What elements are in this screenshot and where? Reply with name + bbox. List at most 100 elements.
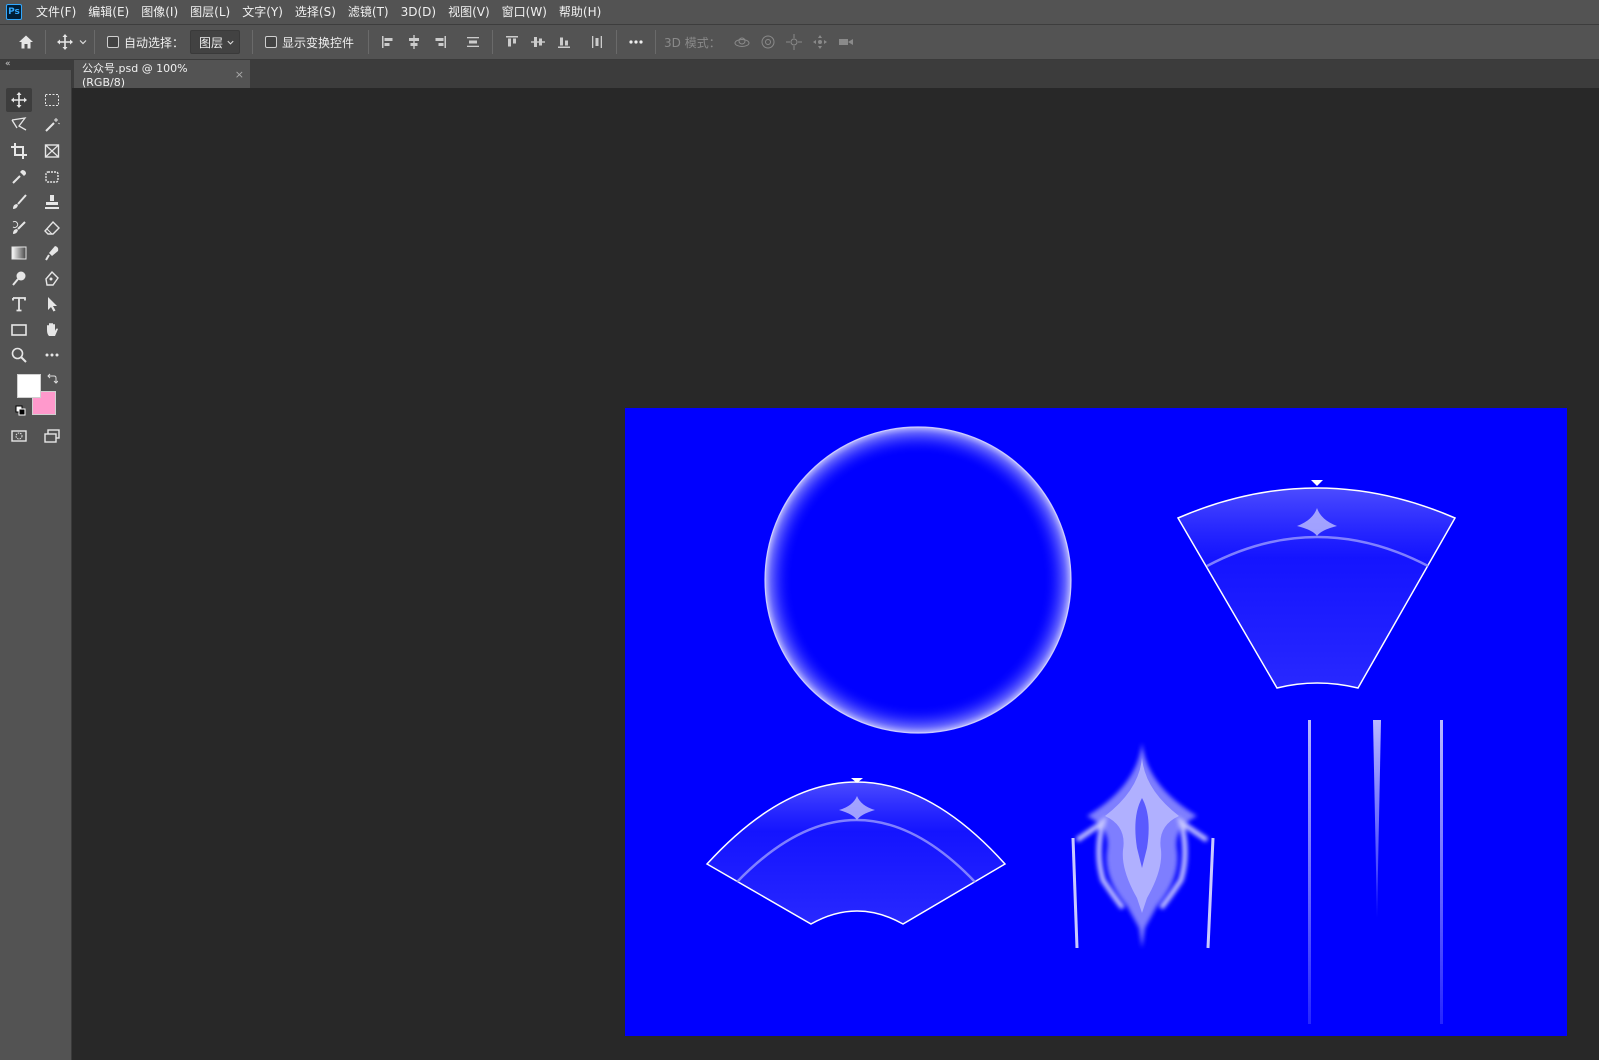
distribute-horizontal-icon [592,36,603,48]
ellipsis-icon [629,40,643,44]
align-hcenter-button[interactable] [402,30,426,54]
history-brush-tool[interactable] [6,216,32,240]
divider [94,30,95,54]
home-icon [19,35,33,49]
move-tool[interactable] [6,88,32,112]
quick-mask-icon [11,430,27,442]
divider [655,30,657,54]
eyedropper-tool[interactable] [6,165,32,189]
3d-pan-button[interactable] [782,30,806,54]
3d-roll-button[interactable] [756,30,780,54]
quick-mask-button[interactable] [6,424,32,448]
gradient-icon [11,246,27,260]
3d-slide-icon [812,35,827,49]
eraser-icon [44,220,60,235]
toolbar-collapse-toggle[interactable]: « [0,60,72,70]
chevron-down-icon [227,40,234,45]
menu-help[interactable]: 帮助(H) [553,0,607,24]
3d-scale-button[interactable] [834,30,858,54]
3d-orbit-button[interactable] [730,30,754,54]
move-tool-preset-button[interactable] [53,30,77,54]
marquee-tool[interactable] [39,88,65,112]
zoom-tool[interactable] [6,343,32,367]
pen-tool[interactable] [39,267,65,291]
pen-icon [45,270,59,286]
align-left-button[interactable] [376,30,400,54]
rectangle-icon [11,324,27,336]
lasso-tool[interactable] [6,113,32,137]
auto-select-checkbox[interactable] [107,36,119,48]
stamp-icon [45,195,59,209]
type-tool[interactable] [6,292,32,316]
distribute-horizontal-button[interactable] [585,30,609,54]
align-right-button[interactable] [428,30,452,54]
eraser-tool[interactable] [39,216,65,240]
path-selection-tool[interactable] [39,292,65,316]
distribute-vertical-button[interactable] [461,30,485,54]
align-vertical-center-icon [531,37,546,47]
brush-tool[interactable] [6,190,32,214]
menu-edit[interactable]: 编辑(E) [82,0,135,24]
hand-tool[interactable] [39,318,65,342]
screen-mode-icon [44,429,60,443]
brush-icon [13,194,27,209]
magic-wand-tool[interactable] [39,113,65,137]
align-top-icon [506,36,519,47]
dodge-icon [12,271,26,286]
home-button[interactable] [14,30,38,54]
menu-file[interactable]: 文件(F) [30,0,82,24]
dodge-tool[interactable] [6,267,32,291]
smudge-icon [45,246,59,261]
3d-roll-icon [761,35,775,49]
divider [616,30,618,54]
zoom-icon [11,347,27,363]
align-vcenter-button[interactable] [526,30,550,54]
menu-image[interactable]: 图像(I) [135,0,184,24]
menu-type[interactable]: 文字(Y) [236,0,289,24]
show-transform-checkbox[interactable] [265,36,278,48]
screen-mode-button[interactable] [39,424,65,448]
menu-view[interactable]: 视图(V) [442,0,496,24]
photoshop-logo: Ps [6,4,22,20]
default-colors-icon[interactable] [15,405,27,417]
divider [368,30,370,54]
swap-colors-icon[interactable] [46,373,58,385]
history-brush-icon [12,221,26,234]
3d-slide-button[interactable] [808,30,832,54]
document-tab[interactable]: 公众号.psd @ 100%(RGB/8) × [74,60,250,89]
foreground-color-swatch[interactable] [17,374,41,398]
canvas-workspace[interactable] [72,88,1599,1060]
spot-healing-tool[interactable] [39,165,65,189]
edit-toolbar-button[interactable] [39,343,65,367]
move-icon [57,34,73,50]
auto-select-dropdown[interactable]: 图层 [190,30,241,54]
3d-mode-label: 3D 模式： [664,35,721,50]
align-bottom-button[interactable] [552,30,576,54]
menu-select[interactable]: 选择(S) [289,0,342,24]
divider [45,30,46,54]
gradient-tool[interactable] [6,241,32,265]
marquee-icon [45,94,59,106]
rectangle-tool[interactable] [6,318,32,342]
document-canvas[interactable] [625,408,1567,1036]
frame-tool[interactable] [39,139,65,163]
menu-layer[interactable]: 图层(L) [184,0,236,24]
clone-stamp-tool[interactable] [39,190,65,214]
crop-icon [11,143,27,159]
close-tab-icon[interactable]: × [235,68,244,81]
align-top-button[interactable] [500,30,524,54]
patch-icon [45,171,59,183]
canvas-background [625,408,1567,1036]
menu-window[interactable]: 窗口(W) [496,0,553,24]
divider [252,30,254,54]
type-icon [12,297,26,312]
3d-camera-icon [838,39,853,45]
more-options-button[interactable] [624,30,648,54]
3d-pan-icon [785,34,802,50]
menu-3d[interactable]: 3D(D) [395,0,442,24]
document-tab-title: 公众号.psd @ 100%(RGB/8) [82,61,188,89]
chevron-down-icon[interactable] [78,37,88,47]
smudge-tool[interactable] [39,241,65,265]
menu-filter[interactable]: 滤镜(T) [342,0,395,24]
crop-tool[interactable] [6,139,32,163]
